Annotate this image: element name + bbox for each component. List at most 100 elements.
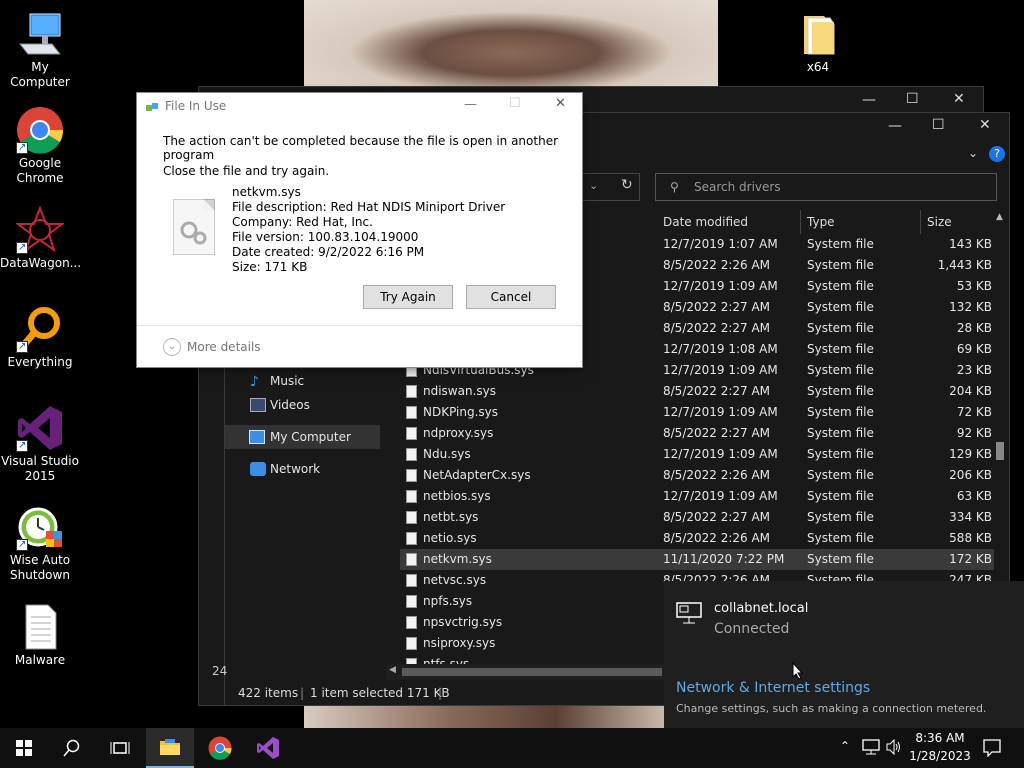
desktop-icon-malware[interactable]: Malware xyxy=(0,603,80,668)
network-icon xyxy=(250,462,266,476)
close-icon[interactable]: ✕ xyxy=(555,96,566,111)
video-icon xyxy=(250,398,266,412)
visual-studio-taskbar-button[interactable] xyxy=(244,728,292,768)
close-icon[interactable]: ✕ xyxy=(953,91,965,107)
action-center-icon[interactable] xyxy=(983,739,1001,760)
maximize-icon[interactable]: ☐ xyxy=(932,117,945,133)
column-header-size[interactable]: Size xyxy=(927,212,952,232)
file-row[interactable]: NDKPing.sys 12/7/2019 1:09 AM System file 7… xyxy=(400,402,994,423)
desktop-icon-wise-auto-shutdown[interactable]: Wise Auto Shutdown xyxy=(0,503,80,583)
file-row[interactable]: Ndu.sys 12/7/2019 1:09 AM System file 129 K… xyxy=(400,444,994,465)
file-type-cell: System file xyxy=(807,552,874,566)
dialog-instruction: Close the file and try again. xyxy=(163,164,330,178)
desktop-icon-everything[interactable]: Everything xyxy=(0,305,80,370)
minimize-icon[interactable]: — xyxy=(464,97,477,112)
file-row[interactable]: netkvm.sys 11/11/2020 7:22 PM System file 1… xyxy=(400,549,994,570)
file-row[interactable]: ndproxy.sys 8/5/2022 2:27 AM System file 92… xyxy=(400,423,994,444)
nav-item-network[interactable]: Network xyxy=(230,457,380,481)
taskbar: ⌃ 8:36 AM 1/28/2023 xyxy=(0,728,1024,768)
file-row[interactable]: netbios.sys 12/7/2019 1:09 AM System file 6… xyxy=(400,486,994,507)
minimize-icon[interactable]: — xyxy=(862,92,876,108)
network-tray-icon[interactable] xyxy=(862,739,880,758)
close-icon[interactable]: ✕ xyxy=(979,117,991,133)
ethernet-icon xyxy=(676,602,702,627)
desktop-icon-x64-folder[interactable]: x64 xyxy=(778,10,858,75)
volume-icon[interactable] xyxy=(886,738,902,758)
chevron-down-icon[interactable]: ⌄ xyxy=(589,179,598,192)
file-row[interactable]: ndiswan.sys 8/5/2022 2:27 AM System file 20… xyxy=(400,381,994,402)
network-name[interactable]: collabnet.local xyxy=(714,601,808,616)
dialog-app-icon xyxy=(146,102,158,112)
system-file-icon xyxy=(406,595,417,608)
column-separator[interactable] xyxy=(800,210,801,234)
nav-item-music[interactable]: ♪ Music xyxy=(230,369,380,393)
desktop-icon-chrome[interactable]: Google Chrome xyxy=(0,106,80,186)
file-date-cell: 12/7/2019 1:09 AM xyxy=(663,405,778,419)
system-file-icon xyxy=(406,448,417,461)
help-icon[interactable]: ? xyxy=(989,146,1005,162)
file-name-cell: netkvm.sys xyxy=(423,552,492,566)
scroll-left-icon[interactable]: ◀ xyxy=(389,665,396,675)
clock-time[interactable]: 8:36 AM xyxy=(908,731,972,745)
maximize-icon[interactable]: ☐ xyxy=(906,91,919,107)
file-date-cell: 11/11/2020 7:22 PM xyxy=(663,552,785,566)
file-date-cell: 8/5/2022 2:26 AM xyxy=(663,468,771,482)
column-separator[interactable] xyxy=(920,210,921,234)
dialog-title: File In Use xyxy=(165,99,227,113)
file-date-cell: 8/5/2022 2:26 AM xyxy=(663,531,771,545)
nav-item-videos[interactable]: Videos xyxy=(230,393,380,417)
desktop-icon-datawagon[interactable]: DataWagon... xyxy=(0,205,81,271)
file-size-cell: 334 KB xyxy=(949,510,992,524)
text-file-icon xyxy=(16,603,64,651)
address-bar-end[interactable]: ⌄ ↻ xyxy=(580,173,640,201)
file-row[interactable]: NetAdapterCx.sys 8/5/2022 2:26 AM System f… xyxy=(400,465,994,486)
file-size-cell: 72 KB xyxy=(956,405,992,419)
chrome-taskbar-button[interactable] xyxy=(196,728,244,768)
dialog-file-name: netkvm.sys xyxy=(232,185,301,199)
desktop-icon-visual-studio[interactable]: Visual Studio 2015 xyxy=(0,404,80,484)
nav-item-my-computer[interactable]: My Computer xyxy=(225,425,380,449)
column-header-type[interactable]: Type xyxy=(807,212,835,232)
clock-date[interactable]: 1/28/2023 xyxy=(908,749,972,763)
mouse-cursor-icon xyxy=(792,661,804,683)
file-size-cell: 129 KB xyxy=(949,447,992,461)
network-status: Connected xyxy=(714,621,790,637)
file-row[interactable]: netbt.sys 8/5/2022 2:27 AM System file 334 … xyxy=(400,507,994,528)
computer-icon xyxy=(16,10,64,58)
file-explorer-taskbar-button[interactable] xyxy=(146,728,194,768)
refresh-icon[interactable]: ↻ xyxy=(621,177,633,193)
search-input[interactable]: ⚲ Search drivers xyxy=(655,173,997,201)
chevron-up-icon[interactable]: ⌃ xyxy=(840,739,850,753)
file-type-cell: System file xyxy=(807,489,874,503)
file-name-cell: netio.sys xyxy=(423,531,477,545)
file-size-cell: 1,443 KB xyxy=(937,258,992,272)
task-view-button[interactable] xyxy=(96,728,144,768)
scrollbar-thumb[interactable] xyxy=(402,668,662,676)
file-row[interactable]: netio.sys 8/5/2022 2:26 AM System file 588 … xyxy=(400,528,994,549)
file-name-cell: nsiproxy.sys xyxy=(423,636,496,650)
computer-icon xyxy=(249,430,265,444)
start-button[interactable] xyxy=(0,728,48,768)
search-button[interactable] xyxy=(48,728,96,768)
horizontal-scrollbar[interactable]: ◀ xyxy=(386,664,664,680)
chevron-down-icon[interactable]: ⌄ xyxy=(968,146,978,160)
windows-logo-icon xyxy=(16,740,32,756)
file-name-cell: NetAdapterCx.sys xyxy=(423,468,531,482)
scrollbar-thumb[interactable] xyxy=(996,442,1004,460)
column-header-date[interactable]: Date modified xyxy=(663,212,748,232)
cancel-button[interactable]: Cancel xyxy=(466,285,556,309)
more-details-link[interactable]: More details xyxy=(187,340,261,354)
minimize-icon[interactable]: — xyxy=(888,118,902,134)
chevron-down-icon[interactable]: ⌄ xyxy=(163,338,181,356)
shortcut-arrow-icon xyxy=(16,339,28,354)
file-size-cell: 92 KB xyxy=(956,426,992,440)
file-date-cell: 12/7/2019 1:09 AM xyxy=(663,363,778,377)
file-type-cell: System file xyxy=(807,237,874,251)
dialog-file-info: netkvm.sys File description: Red Hat NDI… xyxy=(232,185,505,275)
system-file-icon xyxy=(406,574,417,587)
desktop-icon-my-computer[interactable]: My Computer xyxy=(0,10,80,90)
network-settings-link[interactable]: Network & Internet settings xyxy=(676,680,870,696)
try-again-button[interactable]: Try Again xyxy=(363,285,453,309)
shortcut-arrow-icon xyxy=(16,537,28,552)
vertical-scrollbar[interactable] xyxy=(993,212,1007,582)
